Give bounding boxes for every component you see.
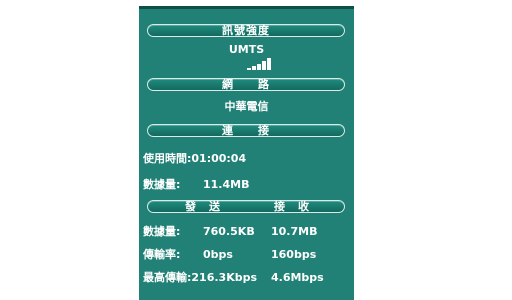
transfer-row-receive: 160bps bbox=[271, 248, 317, 261]
usage-time-label: 使用時間 bbox=[143, 152, 187, 165]
transfer-row-send: :216.3Kbps bbox=[187, 271, 258, 284]
data-amount-label: 數據量: bbox=[143, 178, 181, 191]
usage-time-value: :01:00:04 bbox=[187, 152, 247, 165]
signal-strength-icon bbox=[247, 56, 271, 70]
network-type-label: UMTS bbox=[228, 43, 265, 56]
transfer-row-receive: 10.7MB bbox=[271, 225, 318, 238]
signal-strength-header: 訊號強度 bbox=[147, 24, 345, 37]
transfer-row-send: 760.5KB bbox=[203, 225, 255, 238]
transfer-row-send: 0bps bbox=[203, 248, 233, 261]
network-header: 網 路 bbox=[147, 78, 345, 91]
connection-status-panel: 訊號強度 UMTS 網 路 中華電信 連 接 使用時間 :01:00:04 數據… bbox=[139, 6, 354, 300]
transfer-row-label: 最高傳輸 bbox=[143, 271, 187, 284]
receive-header: 接 收 bbox=[274, 200, 310, 213]
transfer-row-receive: 4.6Mbps bbox=[271, 271, 324, 284]
send-header: 發 送 bbox=[185, 200, 221, 213]
operator-name: 中華電信 bbox=[224, 100, 269, 113]
transfer-row-label: 數據量: bbox=[143, 225, 181, 238]
data-amount-value: 11.4MB bbox=[203, 178, 250, 191]
connection-header: 連 接 bbox=[147, 124, 345, 137]
transfer-row-label: 傳輸率: bbox=[143, 248, 181, 261]
panel-top-border bbox=[139, 6, 354, 9]
send-receive-header: 發 送 接 收 bbox=[147, 200, 345, 213]
